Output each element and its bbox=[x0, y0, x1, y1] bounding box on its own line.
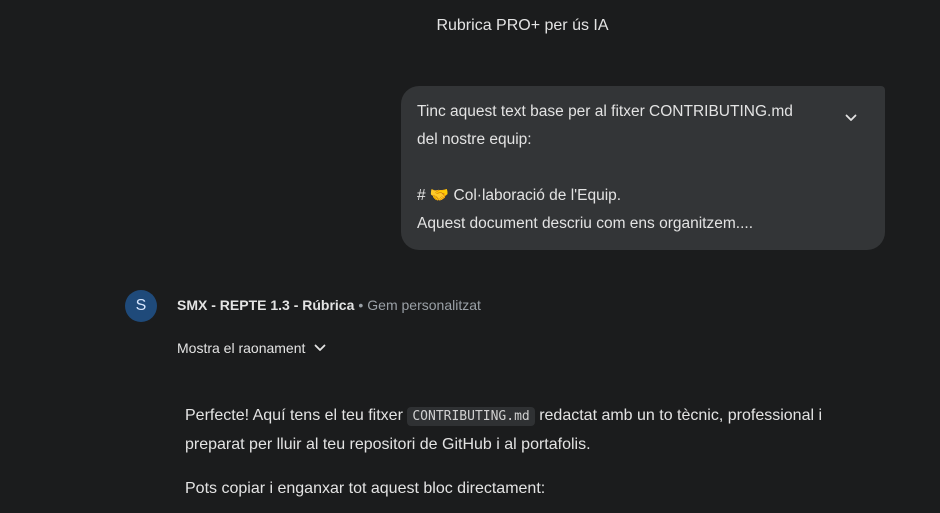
chat-page: Rubrica PRO+ per ús IA Tinc aquest text … bbox=[0, 0, 940, 513]
user-message-bubble: Tinc aquest text base per al fitxer CONT… bbox=[401, 86, 885, 250]
chevron-down-icon bbox=[315, 344, 326, 351]
show-reasoning-button[interactable]: Mostra el raonament bbox=[177, 340, 327, 356]
inline-code: CONTRIBUTING.md bbox=[407, 407, 535, 426]
user-message-line: # 🤝 Col·laboració de l'Equip. bbox=[417, 187, 622, 204]
user-message-blank-line bbox=[417, 154, 825, 182]
gem-avatar: S bbox=[125, 290, 157, 322]
chat-title: Rubrica PRO+ per ús IA bbox=[436, 17, 609, 34]
user-message-line: del nostre equip: bbox=[417, 131, 532, 148]
response-paragraph: Pots copiar i enganxar tot aquest bloc d… bbox=[185, 480, 546, 497]
user-message-line: Aquest document descriu com ens organitz… bbox=[417, 215, 753, 232]
gem-header: SMX - REPTE 1.3 - Rúbrica • Gem personalit… bbox=[177, 297, 481, 313]
expand-message-button[interactable] bbox=[839, 106, 863, 130]
gem-name[interactable]: SMX - REPTE 1.3 - Rúbrica bbox=[177, 297, 354, 313]
response-paragraph: Perfecte! Aquí tens el teu fitxer CONTRI… bbox=[185, 402, 875, 459]
user-message-line: Tinc aquest text base per al fitxer CONT… bbox=[417, 103, 793, 120]
response-text: Perfecte! Aquí tens el teu fitxer bbox=[185, 407, 408, 424]
gem-type-label: Gem personalitzat bbox=[367, 297, 481, 313]
show-reasoning-label: Mostra el raonament bbox=[177, 340, 306, 356]
gem-separator: • bbox=[358, 297, 364, 313]
response-body: Perfecte! Aquí tens el teu fitxer CONTRI… bbox=[185, 402, 875, 513]
chevron-down-icon bbox=[845, 114, 857, 121]
